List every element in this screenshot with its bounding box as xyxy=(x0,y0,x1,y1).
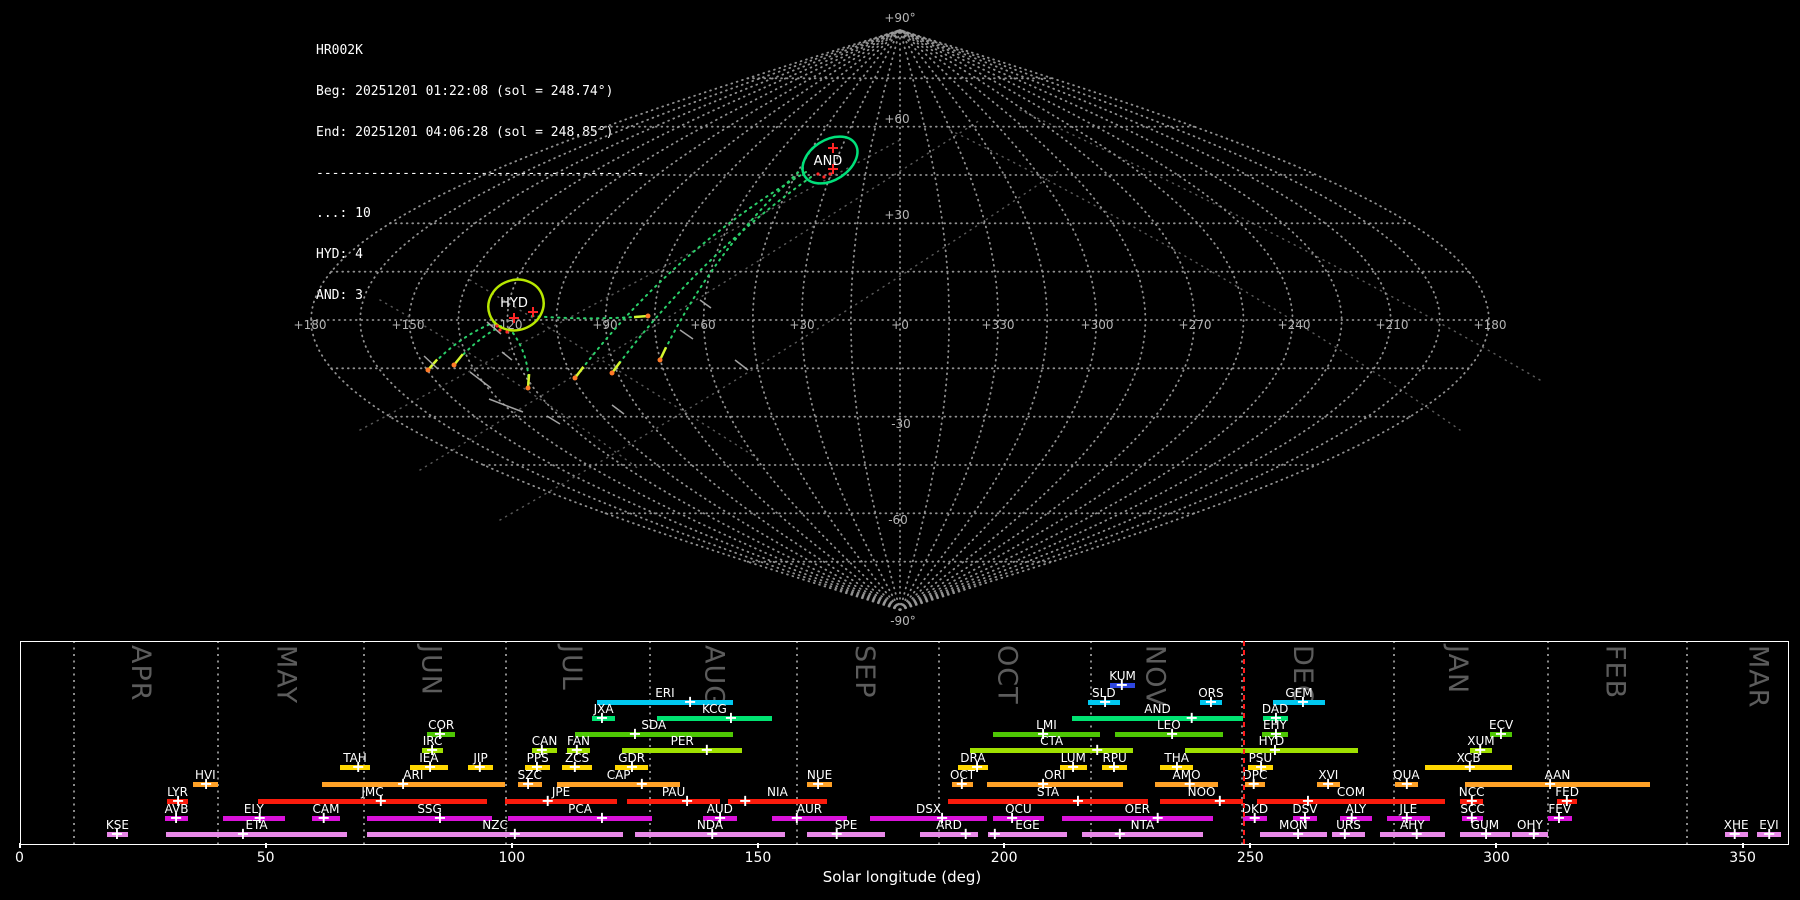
shower-label-aur: AUR xyxy=(796,802,823,816)
month-label-apr: APR xyxy=(125,645,157,702)
shower-peak-ard: + xyxy=(959,824,973,843)
shower-peak-nzc: + xyxy=(508,824,522,843)
meteor-activity-screenshot: HR002K Beg: 20251201 01:22:08 (sol = 248… xyxy=(0,0,1800,900)
shower-peak-kcg: + xyxy=(724,708,738,727)
shower-bar-spe xyxy=(807,832,885,837)
shower-peak-avb: + xyxy=(169,808,183,827)
shower-label-pca: PCA xyxy=(568,802,592,816)
shower-peak-jxa: + xyxy=(595,708,609,727)
shower-label-nta: NTA xyxy=(1130,818,1155,832)
shower-label-kcg: KCG xyxy=(701,702,727,716)
shower-peak-eta: + xyxy=(236,824,250,843)
shower-label-spe: SPE xyxy=(834,818,858,832)
shower-peak-sld: + xyxy=(1098,692,1112,711)
shower-peak-kse: + xyxy=(110,824,124,843)
shower-peak-urs: + xyxy=(1338,824,1352,843)
shower-peak-cam: + xyxy=(317,808,331,827)
axis-tick xyxy=(18,843,21,848)
axis-tick-label: 350 xyxy=(1729,850,1756,866)
shower-label-eta: ETA xyxy=(245,818,268,832)
shower-peak-dpc: + xyxy=(1247,774,1261,793)
shower-label-jmc: JMC xyxy=(361,785,384,799)
axis-tick xyxy=(264,843,267,848)
shower-bar-nta xyxy=(1081,832,1204,837)
axis-tick-label: 250 xyxy=(1236,850,1264,866)
axis-tick xyxy=(1741,843,1744,848)
shower-peak-nta: + xyxy=(1113,824,1127,843)
month-label-feb: FEB xyxy=(1599,645,1631,700)
shower-label-ard: ARD xyxy=(936,818,962,832)
shower-peak-tah: + xyxy=(351,757,365,776)
x-axis-title: Solar longitude (deg) xyxy=(822,868,982,886)
axis-tick-label: 150 xyxy=(744,850,772,866)
axis-tick xyxy=(756,843,759,848)
shower-label-cap: CAP xyxy=(606,768,631,782)
axis-tick xyxy=(510,843,513,848)
month-label-mar: MAR xyxy=(1742,645,1774,709)
shower-peak-sta: + xyxy=(1071,791,1085,810)
shower-label-pau: PAU xyxy=(661,785,686,799)
axis-tick xyxy=(1003,843,1006,848)
shower-peak-ssg: + xyxy=(433,808,447,827)
shower-label-ssg: SSG xyxy=(417,802,442,816)
month-label-jul: JUL xyxy=(555,645,587,691)
shower-peak-per: + xyxy=(700,740,714,759)
axis-tick-label: 200 xyxy=(990,850,1018,866)
shower-peak-nda: + xyxy=(705,824,719,843)
month-label-jan: JAN xyxy=(1442,645,1474,695)
shower-peak-pca: + xyxy=(595,808,609,827)
shower-peak-ege: + xyxy=(988,824,1002,843)
shower-peak-xcb: + xyxy=(1463,757,1477,776)
shower-label-aan: AAN xyxy=(1544,768,1571,782)
shower-peak-oct: + xyxy=(955,774,969,793)
month-label-may: MAY xyxy=(270,645,302,705)
month-label-oct: OCT xyxy=(991,645,1023,705)
shower-peak-ohy: + xyxy=(1527,824,1541,843)
axis-tick xyxy=(1495,843,1498,848)
shower-peak-rpu: + xyxy=(1107,757,1121,776)
shower-peak-ors: + xyxy=(1204,692,1218,711)
shower-bar-nzc xyxy=(367,832,624,837)
shower-bar-eta xyxy=(166,832,347,837)
axis-tick-label: 0 xyxy=(15,850,24,866)
shower-label-noo: NOO xyxy=(1187,785,1216,799)
month-label-jun: JUN xyxy=(415,645,447,696)
shower-peak-leo: + xyxy=(1165,724,1179,743)
shower-label-cta: CTA xyxy=(1040,734,1064,748)
shower-label-dsx: DSX xyxy=(916,802,942,816)
shower-label-sda: SDA xyxy=(641,718,667,732)
activity-timeline: APR MAY JUN JUL AUG SEP OCT NOV DEC JAN FEB MAR KUM +… xyxy=(0,0,1800,900)
axis-tick-label: 300 xyxy=(1483,850,1510,866)
shower-label-ari: ARI xyxy=(403,768,424,782)
current-sol-line xyxy=(1243,641,1246,847)
shower-peak-ahy: + xyxy=(1410,824,1424,843)
shower-label-jpe: JPE xyxy=(551,785,571,799)
axis-tick-label: 100 xyxy=(498,850,526,866)
axis-tick xyxy=(1249,843,1252,848)
shower-peak-spe: + xyxy=(830,824,844,843)
shower-peak-evi: + xyxy=(1762,824,1776,843)
shower-peak-qua: + xyxy=(1400,774,1414,793)
shower-label-nzc: NZC xyxy=(482,818,508,832)
axis-tick-label: 50 xyxy=(256,850,275,866)
shower-label-ori: ORI xyxy=(1044,768,1066,782)
shower-label-oer: OER xyxy=(1124,802,1150,816)
month-label-sep: SEP xyxy=(848,645,880,699)
shower-label-com: COM xyxy=(1336,785,1366,799)
